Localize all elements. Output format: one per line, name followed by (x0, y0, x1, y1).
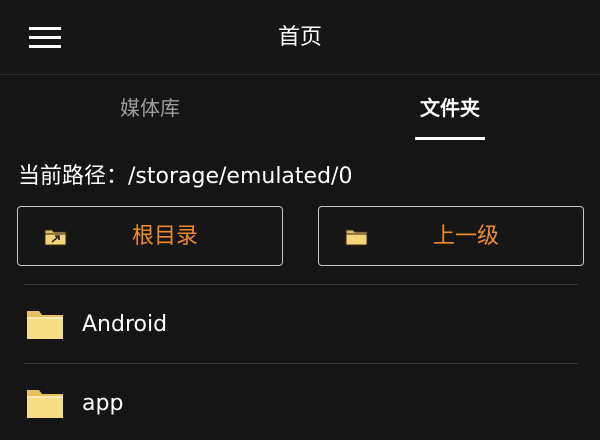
parent-directory-button[interactable]: 上一级 (318, 206, 584, 266)
list-item[interactable]: app (0, 364, 600, 440)
app-header: 首页 (0, 0, 600, 75)
tab-folders[interactable]: 文件夹 (300, 75, 600, 143)
root-directory-button[interactable]: 根目录 (17, 206, 283, 266)
current-path-value: /storage/emulated/0 (128, 164, 353, 189)
file-name: app (82, 391, 124, 416)
current-path: 当前路径：/storage/emulated/0 (18, 158, 352, 190)
menu-button[interactable] (18, 18, 72, 58)
root-directory-label: 根目录 (131, 224, 198, 249)
file-name: Android (82, 312, 168, 337)
current-path-label: 当前路径： (18, 164, 129, 189)
folder-icon (27, 311, 63, 339)
hamburger-menu-icon (29, 27, 61, 48)
list-item[interactable]: Android (0, 285, 600, 363)
file-list: Android app (0, 284, 600, 440)
tab-bar: 媒体库 文件夹 (0, 75, 600, 143)
app-root: 首页 媒体库 文件夹 当前路径：/storage/emulated/0 根目录 … (0, 0, 600, 440)
page-title: 首页 (277, 25, 322, 50)
parent-directory-label: 上一级 (432, 224, 499, 249)
folder-icon (27, 390, 63, 418)
tab-media-library[interactable]: 媒体库 (0, 75, 300, 143)
